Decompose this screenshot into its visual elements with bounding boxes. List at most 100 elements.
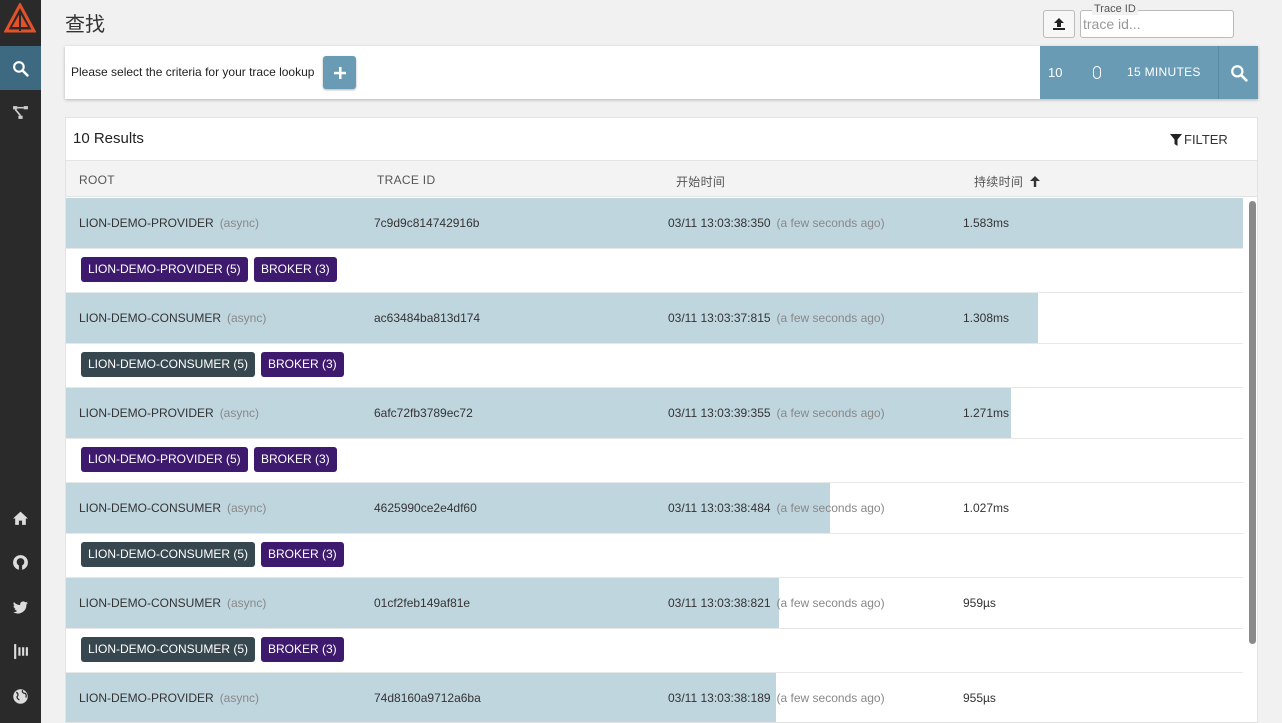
sort-ascending-icon <box>1029 176 1040 187</box>
trace-id-input[interactable] <box>1083 16 1231 32</box>
zipkin-logo-icon[interactable] <box>4 3 36 35</box>
upload-json-button[interactable] <box>1043 10 1075 38</box>
sidebar-item-dependencies[interactable] <box>0 90 41 134</box>
trace-start-cell: 03/11 13:03:38:189 (a few seconds ago) <box>668 691 885 705</box>
trace-row[interactable]: LION-DEMO-CONSUMER (async) 4625990ce2e4df6… <box>66 483 1243 534</box>
service-tag-consumer[interactable]: LION-DEMO-CONSUMER (5) <box>81 352 256 377</box>
search-icon <box>1230 64 1248 82</box>
trace-service-tags: LION-DEMO-PROVIDER (5) BROKER (3) <box>66 439 1243 483</box>
dependencies-icon <box>13 105 28 119</box>
trace-service-tags: LION-DEMO-CONSUMER (5) BROKER (3) <box>66 629 1243 673</box>
trace-id-cell: 4625990ce2e4df60 <box>374 501 477 515</box>
trace-async-label: (async) <box>227 596 267 610</box>
trace-async-label: (async) <box>227 501 267 515</box>
results-count: 10 Results <box>73 130 144 147</box>
scrollbar[interactable] <box>1246 198 1257 722</box>
trace-start-cell: 03/11 13:03:38:350 (a few seconds ago) <box>668 216 885 230</box>
globe-icon <box>13 688 28 704</box>
trace-start-time: 03/11 13:03:37:815 <box>668 311 771 325</box>
trace-relative-time: (a few seconds ago) <box>776 406 885 420</box>
trace-async-label: (async) <box>219 216 260 230</box>
trace-row[interactable]: LION-DEMO-PROVIDER (async) 74d8160a9712a6b… <box>66 673 1243 722</box>
trace-async-label: (async) <box>219 406 260 420</box>
service-tag-broker[interactable]: BROKER (3) <box>261 637 344 662</box>
trace-relative-time: (a few seconds ago) <box>776 501 885 515</box>
trace-row[interactable]: LION-DEMO-CONSUMER (async) ac63484ba813d17… <box>66 293 1243 344</box>
trace-start-cell: 03/11 13:03:39:355 (a few seconds ago) <box>668 406 885 420</box>
trace-root-service: LION-DEMO-PROVIDER <box>79 406 214 420</box>
trace-root-cell: LION-DEMO-CONSUMER (async) <box>79 596 266 610</box>
gitter-icon <box>14 643 28 659</box>
column-root[interactable]: ROOT <box>79 173 115 187</box>
trace-row[interactable]: LION-DEMO-PROVIDER (async) 7c9d9c814742916… <box>66 198 1243 249</box>
trace-duration-cell: 1.271ms <box>963 406 1010 420</box>
limit-spinner-icon[interactable] <box>1093 66 1101 79</box>
trace-relative-time: (a few seconds ago) <box>776 311 885 325</box>
column-start-time[interactable]: 开始时间 <box>676 173 725 190</box>
results-header: 10 Results FILTER <box>66 118 1257 161</box>
search-icon <box>13 60 29 77</box>
home-icon <box>13 511 28 525</box>
filter-button[interactable]: FILTER <box>1170 132 1228 147</box>
service-tag-broker[interactable]: BROKER (3) <box>254 447 337 472</box>
sidebar-item-website[interactable] <box>0 674 41 718</box>
trace-start-cell: 03/11 13:03:38:821 (a few seconds ago) <box>668 596 885 610</box>
page-title: 查找 <box>65 12 105 36</box>
trace-row[interactable]: LION-DEMO-PROVIDER (async) 6afc72fb3789ec7… <box>66 388 1243 439</box>
add-criteria-button[interactable] <box>323 56 356 89</box>
lookback-select[interactable]: 15 MINUTES <box>1127 65 1201 79</box>
trace-root-cell: LION-DEMO-CONSUMER (async) <box>79 501 266 515</box>
trace-id-label: Trace ID <box>1092 3 1138 15</box>
search-bar: Please select the criteria for your trac… <box>65 46 1258 99</box>
trace-root-cell: LION-DEMO-PROVIDER (async) <box>79 216 259 230</box>
limit-input[interactable]: 10 <box>1048 65 1062 80</box>
trace-root-cell: LION-DEMO-PROVIDER (async) <box>79 406 259 420</box>
trace-service-tags: LION-DEMO-CONSUMER (5) BROKER (3) <box>66 534 1243 578</box>
trace-root-service: LION-DEMO-CONSUMER <box>79 311 222 325</box>
column-duration[interactable]: 持续时间 <box>974 173 1040 190</box>
trace-duration-cell: 955µs <box>963 691 996 705</box>
trace-relative-time: (a few seconds ago) <box>776 691 885 705</box>
trace-root-service: LION-DEMO-PROVIDER <box>79 216 214 230</box>
trace-start-time: 03/11 13:03:38:350 <box>668 216 771 230</box>
sidebar-item-search[interactable] <box>0 46 41 90</box>
scrollbar-thumb[interactable] <box>1249 201 1256 644</box>
trace-duration-cell: 959µs <box>963 596 996 610</box>
service-tag-consumer[interactable]: LION-DEMO-CONSUMER (5) <box>81 542 256 567</box>
sidebar <box>0 0 41 723</box>
service-tag-provider[interactable]: LION-DEMO-PROVIDER (5) <box>81 447 248 472</box>
column-duration-label: 持续时间 <box>974 175 1024 189</box>
twitter-icon <box>13 600 28 614</box>
service-tag-provider[interactable]: LION-DEMO-PROVIDER (5) <box>81 257 248 282</box>
service-tag-consumer[interactable]: LION-DEMO-CONSUMER (5) <box>81 637 256 662</box>
service-tag-broker[interactable]: BROKER (3) <box>261 352 344 377</box>
trace-async-label: (async) <box>219 691 260 705</box>
trace-id-cell: 7c9d9c814742916b <box>374 216 480 230</box>
trace-async-label: (async) <box>227 311 267 325</box>
trace-start-time: 03/11 13:03:38:821 <box>668 596 771 610</box>
github-icon <box>13 554 28 570</box>
sidebar-item-gitter[interactable] <box>0 629 41 673</box>
service-tag-broker[interactable]: BROKER (3) <box>261 542 344 567</box>
trace-root-service: LION-DEMO-CONSUMER <box>79 596 222 610</box>
sidebar-item-twitter[interactable] <box>0 585 41 629</box>
search-settings: 10 15 MINUTES <box>1040 46 1258 99</box>
trace-service-tags: LION-DEMO-CONSUMER (5) BROKER (3) <box>66 344 1243 388</box>
trace-duration-cell: 1.583ms <box>963 216 1010 230</box>
results-panel: 10 Results FILTER ROOT TRACE ID 开始时间 持续时… <box>65 117 1258 723</box>
filter-icon <box>1170 133 1182 146</box>
trace-root-service: LION-DEMO-PROVIDER <box>79 691 214 705</box>
sidebar-item-github[interactable] <box>0 540 41 584</box>
trace-id-cell: 74d8160a9712a6ba <box>374 691 481 705</box>
service-tag-broker[interactable]: BROKER (3) <box>254 257 337 282</box>
trace-relative-time: (a few seconds ago) <box>776 596 885 610</box>
trace-start-cell: 03/11 13:03:37:815 (a few seconds ago) <box>668 311 885 325</box>
criteria-prompt: Please select the criteria for your trac… <box>71 65 315 79</box>
column-trace-id[interactable]: TRACE ID <box>377 173 435 187</box>
trace-id-cell: 01cf2feb149af81e <box>374 596 471 610</box>
trace-root-cell: LION-DEMO-PROVIDER (async) <box>79 691 259 705</box>
sidebar-item-home[interactable] <box>0 496 41 540</box>
run-search-button[interactable] <box>1218 46 1258 99</box>
trace-duration-cell: 1.027ms <box>963 501 1010 515</box>
trace-row[interactable]: LION-DEMO-CONSUMER (async) 01cf2feb149af81… <box>66 578 1243 629</box>
